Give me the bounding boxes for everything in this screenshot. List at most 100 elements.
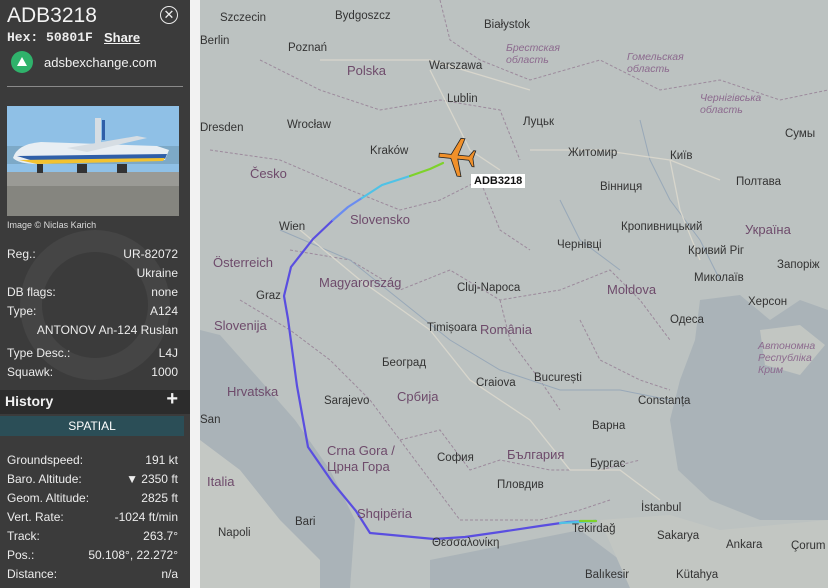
groundspeed-value: 191 kt [145, 453, 178, 467]
map-label-odesa: Одеса [670, 314, 704, 326]
geom-altitude-label: Geom. Altitude: [7, 491, 90, 505]
hex-value: 50801F [46, 30, 93, 45]
map-label-szczecin: Szczecin [220, 12, 267, 24]
vert-rate-value: -1024 ft/min [114, 510, 178, 524]
map-label-mykolaiv: Миколаїв [694, 272, 744, 284]
map-label-moldova: Moldova [607, 282, 657, 297]
map-label-zhytomyr: Житомир [568, 147, 618, 159]
map-label-lublin: Lublin [447, 93, 478, 105]
map-label-burgas: Бургас [590, 458, 626, 470]
map-label-wien: Wien [279, 221, 306, 233]
position-value: 50.108°, 22.272° [88, 548, 178, 562]
squawk-value: 1000 [151, 365, 178, 379]
map-label-constanta: Constanța [638, 395, 691, 407]
map-label-graz: Graz [256, 290, 281, 302]
map-label-slovenija: Slovenija [214, 318, 267, 333]
map-label-timisoara: Timișoara [427, 322, 478, 334]
map-label-polska: Polska [347, 63, 387, 78]
map-label-hrvatska: Hrvatska [227, 384, 279, 399]
map-label-cluj: Cluj-Napoca [457, 282, 521, 294]
type-name-value: ANTONOV An-124 Ruslan [36, 323, 178, 337]
map-label-slovensko: Slovensko [350, 212, 410, 227]
hex-row: Hex: 50801F [7, 30, 93, 45]
map-label-istanbul: İstanbul [641, 502, 682, 514]
map-label-bucuresti: București [534, 372, 582, 384]
map-label-balikesir: Balıkesir [585, 569, 630, 581]
squawk-label: Squawk: [7, 365, 54, 379]
map-label-dresden: Dresden [200, 122, 244, 134]
source-name[interactable]: adsbexchange.com [44, 55, 157, 70]
map-label-wroclaw: Wrocław [287, 119, 331, 131]
aircraft-map-label[interactable]: ADB3218 [471, 174, 526, 188]
map-label-crna-gora: Crna Gora / Црна Гора [327, 443, 395, 474]
map-label-poltava: Полтава [736, 176, 782, 188]
divider-line [7, 86, 183, 87]
adsbexchange-logo-icon [11, 51, 33, 73]
reg-label: Reg.: [7, 247, 36, 261]
geom-altitude-value: 2825 ft [141, 491, 178, 505]
hex-label: Hex: [7, 30, 39, 45]
aircraft-photo-image [7, 106, 179, 216]
aircraft-callsign: ADB3218 [7, 4, 97, 27]
map-label-berlin: Berlin [200, 35, 230, 47]
track-label: Track: [7, 529, 40, 543]
map-label-cesko: Česko [250, 166, 287, 181]
map-label-lutsk: Луцьк [523, 116, 555, 128]
map-label-bialystok: Białystok [484, 19, 531, 31]
distance-value: n/a [161, 567, 178, 581]
aircraft-photo[interactable] [7, 106, 179, 216]
map-label-corum: Çorum [791, 540, 826, 552]
reg-value: UR-82072 [123, 247, 178, 261]
share-link[interactable]: Share [104, 30, 140, 45]
map-label-sumy: Сумы [785, 128, 816, 140]
expand-plus-icon[interactable]: + [166, 388, 178, 411]
close-icon[interactable]: ✕ [160, 6, 178, 24]
map-label-kherson: Херсон [748, 296, 788, 308]
aircraft-icon[interactable] [436, 137, 478, 177]
map-label-kropyvnytskyi: Кропивницький [621, 221, 703, 233]
position-label: Pos.: [7, 548, 35, 562]
map-label-tekirdag: Tekirdağ [572, 523, 616, 535]
map-label-zaporizhzhia: Запоріж [777, 259, 820, 271]
map-label-crimea: Автономна Республіка Крим [758, 340, 816, 376]
map-label-plovdiv: Пловдив [497, 479, 544, 491]
distance-label: Distance: [7, 567, 58, 581]
history-title[interactable]: History [5, 393, 53, 409]
map-label-vinnytsia: Вінниця [600, 181, 643, 193]
type-desc-label: Type Desc.: [7, 346, 71, 360]
spatial-section-header[interactable]: SPATIAL [0, 416, 184, 436]
map-label-shqiperia: Shqipëria [357, 506, 412, 521]
groundspeed-label: Groundspeed: [7, 453, 84, 467]
map-label-napoli: Napoli [218, 527, 251, 539]
map-label-san: San [200, 414, 221, 426]
map-label-sakarya: Sakarya [657, 530, 700, 542]
type-desc-value: L4J [158, 346, 178, 360]
map-label-bydgoszcz: Bydgoszcz [335, 10, 391, 22]
map-label-craiova: Craiova [476, 377, 516, 389]
db-flags-value: none [151, 285, 178, 299]
map-label-varna: Варна [592, 420, 626, 432]
baro-altitude-value: ▼ 2350 ft [126, 472, 178, 486]
map-label-italia: Italia [207, 474, 235, 489]
type-value: A124 [149, 304, 178, 318]
map-label-poznan: Poznań [288, 42, 328, 54]
vert-rate-label: Vert. Rate: [7, 510, 64, 524]
map-label-gomel-region: Гомельская область [627, 51, 684, 75]
image-credit: Image © Niclas Karich [7, 220, 97, 230]
map-label-osterreich: Österreich [213, 255, 273, 270]
map-view[interactable]: ADB3218 Szczecin Bydgoszcz Białystok Ber… [200, 0, 828, 588]
map-label-sofia: София [437, 452, 474, 464]
map-label-romania: România [480, 322, 533, 337]
map-label-magyarorszag: Magyarország [319, 275, 402, 290]
map-label-srbija: Србија [397, 389, 439, 404]
map-label-brest-region: Брестская область [506, 42, 560, 66]
map-label-kyiv: Київ [670, 150, 693, 162]
map-label-sarajevo: Sarajevo [324, 395, 370, 407]
sidebar-resize-handle[interactable] [190, 0, 200, 588]
map-label-chernihiv-region: Чернігівська область [700, 92, 762, 116]
map-base [200, 0, 828, 588]
map-label-ankara: Ankara [726, 539, 763, 551]
map-label-kryvyi-rih: Кривий Ріг [688, 245, 745, 257]
map-label-warszawa: Warszawa [429, 60, 483, 72]
aircraft-info-sidebar: ADB3218 ✕ Hex: 50801F Share adsbexchange… [0, 0, 190, 588]
